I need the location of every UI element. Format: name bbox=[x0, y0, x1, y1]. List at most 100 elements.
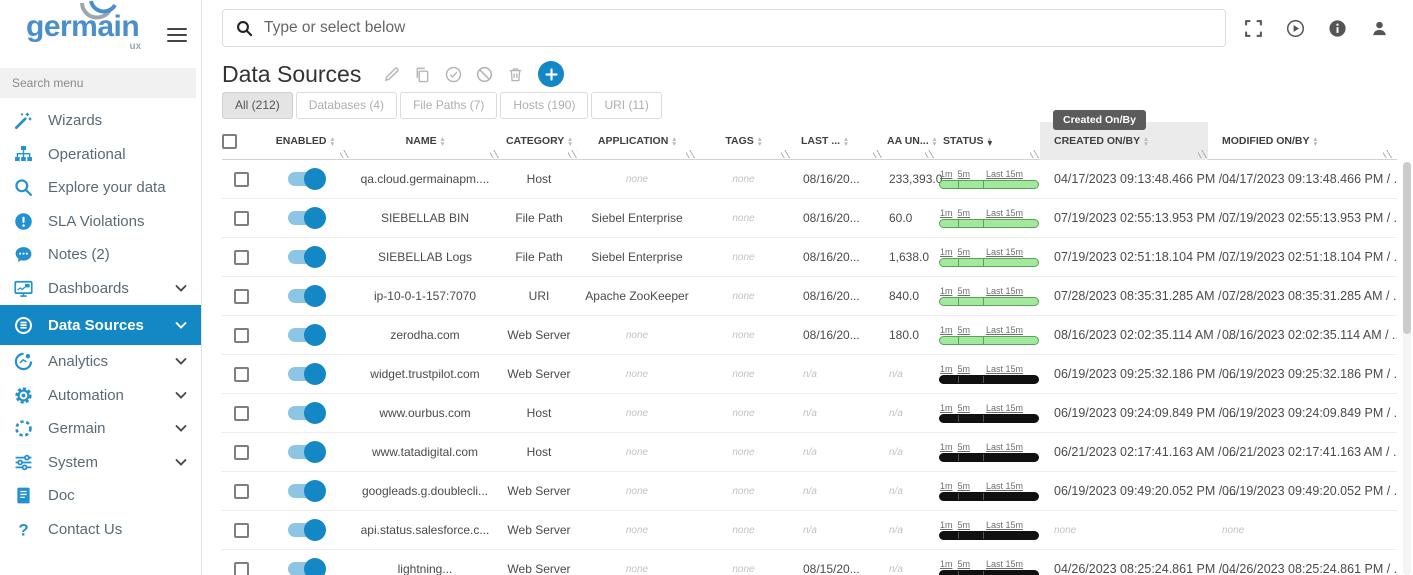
table-scrollbar[interactable] bbox=[1403, 162, 1411, 575]
scrollbar-thumb[interactable] bbox=[1403, 162, 1411, 334]
sidebar-search-input[interactable] bbox=[0, 68, 196, 98]
status-legend-label: 1m bbox=[940, 169, 953, 179]
sidebar-item-system[interactable]: System bbox=[0, 446, 201, 480]
status-sparkline[interactable]: 1m5mLast 15m bbox=[939, 481, 1039, 501]
status-sparkline[interactable]: 1m5mLast 15m bbox=[939, 520, 1039, 540]
status-sparkline[interactable]: 1m5mLast 15m bbox=[939, 247, 1039, 267]
sidebar-item-explore-your-data[interactable]: Explore your data bbox=[0, 171, 201, 205]
column-header-aa[interactable]: AA UN...▴▾ bbox=[883, 122, 935, 160]
column-header-modified[interactable]: MODIFIED ON/BY▴▾ bbox=[1208, 122, 1393, 160]
row-checkbox[interactable] bbox=[234, 289, 249, 304]
row-checkbox-cell bbox=[222, 277, 260, 315]
resize-handle-icon[interactable] bbox=[568, 150, 577, 158]
tags-cell: none bbox=[696, 355, 791, 393]
status-sparkline[interactable]: 1m5mLast 15m bbox=[939, 403, 1039, 423]
resize-handle-icon[interactable] bbox=[1198, 150, 1207, 158]
resize-handle-icon[interactable] bbox=[925, 150, 934, 158]
sidebar-item-dashboards[interactable]: Dashboards bbox=[0, 272, 201, 306]
add-button[interactable] bbox=[538, 61, 564, 87]
global-search-input[interactable] bbox=[264, 19, 1212, 37]
status-sparkline[interactable]: 1m5mLast 15m bbox=[939, 286, 1039, 306]
status-legend-label: 1m bbox=[940, 559, 953, 569]
row-checkbox[interactable] bbox=[234, 172, 249, 187]
enabled-toggle[interactable] bbox=[288, 328, 323, 342]
enabled-toggle[interactable] bbox=[288, 250, 323, 264]
row-checkbox[interactable] bbox=[234, 328, 249, 343]
user-icon[interactable] bbox=[1370, 19, 1389, 38]
fullscreen-icon[interactable] bbox=[1244, 19, 1263, 38]
title-row: Data Sources bbox=[202, 56, 1413, 92]
status-bar-down bbox=[939, 570, 1039, 575]
sidebar-item-operational[interactable]: Operational bbox=[0, 138, 201, 172]
status-bar-up bbox=[939, 258, 1039, 267]
approve-icon[interactable] bbox=[445, 66, 462, 83]
row-checkbox[interactable] bbox=[234, 211, 249, 226]
status-legend-label: Last 15m bbox=[986, 520, 1023, 530]
status-sparkline[interactable]: 1m5mLast 15m bbox=[939, 559, 1039, 575]
row-checkbox[interactable] bbox=[234, 523, 249, 538]
row-checkbox[interactable] bbox=[234, 367, 249, 382]
copy-icon[interactable] bbox=[414, 66, 431, 83]
tags-cell: none bbox=[696, 238, 791, 276]
sidebar-item-automation[interactable]: Automation bbox=[0, 379, 201, 413]
column-header-tags[interactable]: TAGS▴▾ bbox=[696, 122, 791, 160]
hamburger-icon[interactable] bbox=[167, 24, 187, 46]
column-header-category[interactable]: CATEGORY▴▾ bbox=[500, 122, 578, 160]
column-header-last[interactable]: LAST ...▴▾ bbox=[791, 122, 883, 160]
status-sparkline[interactable]: 1m5mLast 15m bbox=[939, 442, 1039, 462]
cell-text: qa.cloud.germainapm.... bbox=[361, 172, 490, 186]
delete-icon[interactable] bbox=[507, 66, 524, 83]
status-sparkline[interactable]: 1m5mLast 15m bbox=[939, 208, 1039, 228]
logo[interactable]: germain ux bbox=[26, 10, 139, 44]
column-header-enabled[interactable]: ENABLED▴▾ bbox=[260, 122, 350, 160]
global-search[interactable] bbox=[222, 9, 1226, 47]
resize-handle-icon[interactable] bbox=[340, 150, 349, 158]
select-all-checkbox[interactable] bbox=[222, 134, 237, 149]
info-icon[interactable] bbox=[1328, 19, 1347, 38]
column-header-application[interactable]: APPLICATION▴▾ bbox=[578, 122, 696, 160]
sidebar-item-germain[interactable]: Germain bbox=[0, 412, 201, 446]
row-checkbox[interactable] bbox=[234, 406, 249, 421]
sidebar-item-analytics[interactable]: Analytics bbox=[0, 345, 201, 379]
tab-file-paths-7[interactable]: File Paths (7) bbox=[400, 92, 497, 119]
enabled-toggle[interactable] bbox=[288, 562, 323, 575]
column-header-name[interactable]: NAME▴▾ bbox=[350, 122, 500, 160]
disable-icon[interactable] bbox=[476, 66, 493, 83]
resize-handle-icon[interactable] bbox=[1383, 150, 1392, 158]
enabled-toggle[interactable] bbox=[288, 172, 323, 186]
row-checkbox[interactable] bbox=[234, 250, 249, 265]
tab-databases-4[interactable]: Databases (4) bbox=[296, 92, 397, 119]
sidebar-item-sla-violations[interactable]: SLA Violations bbox=[0, 205, 201, 239]
sidebar-item-data-sources[interactable]: Data Sources bbox=[0, 305, 201, 345]
tab-all-212[interactable]: All (212) bbox=[222, 92, 293, 119]
resize-handle-icon[interactable] bbox=[781, 150, 790, 158]
topbar-icons bbox=[1244, 19, 1393, 38]
status-sparkline[interactable]: 1m5mLast 15m bbox=[939, 169, 1039, 189]
resize-handle-icon[interactable] bbox=[1030, 150, 1039, 158]
enabled-toggle[interactable] bbox=[288, 523, 323, 537]
row-checkbox[interactable] bbox=[234, 562, 249, 575]
tab-hosts-190[interactable]: Hosts (190) bbox=[500, 92, 588, 119]
sidebar-item-notes-2[interactable]: Notes (2) bbox=[0, 238, 201, 272]
status-cell: 1m5mLast 15m bbox=[935, 160, 1040, 198]
enabled-toggle[interactable] bbox=[288, 445, 323, 459]
resize-handle-icon[interactable] bbox=[686, 150, 695, 158]
sidebar-item-wizards[interactable]: Wizards bbox=[0, 104, 201, 138]
row-checkbox[interactable] bbox=[234, 484, 249, 499]
play-icon[interactable] bbox=[1286, 19, 1305, 38]
enabled-toggle[interactable] bbox=[288, 367, 323, 381]
tab-uri-11[interactable]: URI (11) bbox=[591, 92, 661, 119]
row-checkbox[interactable] bbox=[234, 445, 249, 460]
enabled-toggle[interactable] bbox=[288, 289, 323, 303]
edit-icon[interactable] bbox=[383, 66, 400, 83]
sidebar-item-contact-us[interactable]: ?Contact Us bbox=[0, 513, 201, 547]
enabled-toggle[interactable] bbox=[288, 484, 323, 498]
enabled-toggle[interactable] bbox=[288, 211, 323, 225]
sidebar-item-doc[interactable]: Doc bbox=[0, 479, 201, 513]
status-sparkline[interactable]: 1m5mLast 15m bbox=[939, 364, 1039, 384]
status-sparkline[interactable]: 1m5mLast 15m bbox=[939, 325, 1039, 345]
enabled-toggle[interactable] bbox=[288, 406, 323, 420]
resize-handle-icon[interactable] bbox=[490, 150, 499, 158]
resize-handle-icon[interactable] bbox=[873, 150, 882, 158]
column-header-status[interactable]: STATUS▴▾ bbox=[935, 122, 1040, 160]
